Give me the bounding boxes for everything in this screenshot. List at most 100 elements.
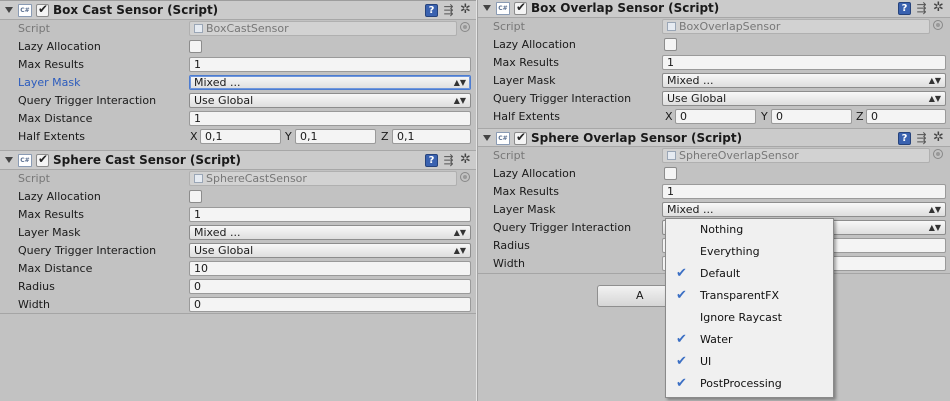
box-overlap-sensor-header[interactable]: C# Box Overlap Sensor (Script) ? ⇶ ✲ [478,0,950,18]
menu-item-transparentfx[interactable]: ✔ TransparentFX [666,285,833,307]
lazy-allocation-checkbox[interactable] [189,190,202,203]
box-cast-sensor-header[interactable]: C# Box Cast Sensor (Script) ? ⇶ ✲ [0,0,477,20]
half-extents-y-field[interactable]: 0,1 [295,129,376,144]
radius-field[interactable]: 0 [189,279,471,294]
z-label[interactable]: Z [381,130,389,143]
foldout-arrow-icon[interactable] [5,157,13,163]
menu-item-label: Water [700,333,733,346]
query-trigger-label: Query Trigger Interaction [18,94,157,107]
script-field[interactable]: BoxOverlapSensor [662,19,930,34]
foldout-arrow-icon[interactable] [5,7,13,13]
layer-mask-dropdown[interactable]: Mixed ... ▲▼ [662,73,946,88]
script-label: Script [18,172,50,185]
menu-item-ui[interactable]: ✔ UI [666,351,833,373]
query-trigger-value: Use Global [194,94,254,107]
query-trigger-dropdown[interactable]: Use Global ▲▼ [189,243,471,258]
half-extents-z-field[interactable]: 0 [866,109,946,124]
max-results-field[interactable]: 1 [189,57,471,72]
gear-icon[interactable]: ✲ [459,153,472,167]
preset-icon[interactable]: ⇶ [442,4,455,17]
max-distance-field[interactable]: 10 [189,261,471,276]
gear-icon[interactable]: ✲ [932,1,945,15]
help-icon[interactable]: ? [898,2,911,15]
menu-item-postprocessing[interactable]: ✔ PostProcessing [666,373,833,395]
help-icon[interactable]: ? [425,154,438,167]
max-results-field[interactable]: 1 [662,184,946,199]
z-label[interactable]: Z [856,110,864,123]
max-results-label: Max Results [493,185,559,198]
max-distance-label: Max Distance [18,112,93,125]
object-picker-icon[interactable] [933,149,943,159]
half-extents-label: Half Extents [493,110,560,123]
lazy-allocation-label: Lazy Allocation [18,40,101,53]
x-label[interactable]: X [190,130,198,143]
half-extents-z-field[interactable]: 0,1 [392,129,471,144]
max-results-field[interactable]: 1 [662,55,946,70]
layer-mask-dropdown[interactable]: Mixed ... ▲▼ [662,202,946,217]
cs-script-icon: C# [496,132,510,145]
menu-item-default[interactable]: ✔ Default [666,263,833,285]
max-results-field[interactable]: 1 [189,207,471,222]
component-enabled-checkbox[interactable] [514,130,527,145]
query-trigger-row: Query Trigger Interaction Use Global ▲▼ [0,242,477,260]
max-distance-label: Max Distance [18,262,93,275]
object-picker-icon[interactable] [933,20,943,30]
width-row: Width 0 [0,296,477,314]
component-title: Box Cast Sensor (Script) [53,3,219,17]
foldout-arrow-icon[interactable] [483,135,491,141]
check-icon: ✔ [676,288,687,303]
menu-item-label: Everything [700,245,760,258]
query-trigger-dropdown[interactable]: Use Global ▲▼ [189,93,471,108]
menu-item-everything[interactable]: Everything [666,241,833,263]
y-label[interactable]: Y [285,130,292,143]
half-extents-x-field[interactable]: 0 [675,109,756,124]
sphere-cast-sensor-header[interactable]: C# Sphere Cast Sensor (Script) ? ⇶ ✲ [0,150,477,170]
width-field[interactable]: 0 [189,297,471,312]
component-enabled-checkbox[interactable] [36,2,49,17]
cs-script-icon: C# [496,2,510,15]
lazy-allocation-checkbox[interactable] [664,38,677,51]
query-trigger-row: Query Trigger Interaction Use Global ▲▼ [0,92,477,110]
x-label[interactable]: X [665,110,673,123]
script-field[interactable]: SphereOverlapSensor [662,148,930,163]
half-extents-y-field[interactable]: 0 [771,109,852,124]
menu-item-nothing[interactable]: Nothing [666,219,833,241]
help-icon[interactable]: ? [898,132,911,145]
menu-item-label: PostProcessing [700,377,782,390]
layer-mask-value: Mixed ... [194,76,241,89]
max-distance-field[interactable]: 1 [189,111,471,126]
preset-icon[interactable]: ⇶ [915,132,928,145]
script-value: SphereCastSensor [206,172,307,185]
layer-mask-dropdown[interactable]: Mixed ... ▲▼ [189,75,471,90]
menu-item-label: TransparentFX [700,289,779,302]
query-trigger-dropdown[interactable]: Use Global ▲▼ [662,91,946,106]
lazy-allocation-checkbox[interactable] [664,167,677,180]
component-enabled-checkbox[interactable] [36,152,49,167]
y-label[interactable]: Y [761,110,768,123]
lazy-allocation-label: Lazy Allocation [493,38,576,51]
half-extents-x-field[interactable]: 0,1 [200,129,281,144]
menu-item-ignore-raycast[interactable]: Ignore Raycast [666,307,833,329]
foldout-arrow-icon[interactable] [483,5,491,11]
preset-icon[interactable]: ⇶ [915,2,928,15]
menu-item-water[interactable]: ✔ Water [666,329,833,351]
sphere-overlap-sensor-header[interactable]: C# Sphere Overlap Sensor (Script) ? ⇶ ✲ [478,128,950,147]
gear-icon[interactable]: ✲ [932,131,945,145]
help-icon[interactable]: ? [425,4,438,17]
script-value: BoxCastSensor [206,22,289,35]
layer-mask-dropdown[interactable]: Mixed ... ▲▼ [189,225,471,240]
object-picker-icon[interactable] [460,172,470,182]
max-results-label: Max Results [18,58,84,71]
gear-icon[interactable]: ✲ [459,3,472,17]
lazy-allocation-row: Lazy Allocation [0,38,477,56]
layer-mask-row: Layer Mask Mixed ... ▲▼ [478,72,950,90]
max-results-row: Max Results 1 [478,54,950,72]
layer-mask-menu: Nothing Everything ✔ Default ✔ Transparent… [665,218,834,398]
component-enabled-checkbox[interactable] [514,0,527,15]
preset-icon[interactable]: ⇶ [442,154,455,167]
object-picker-icon[interactable] [460,22,470,32]
script-value: SphereOverlapSensor [679,149,799,162]
script-field[interactable]: BoxCastSensor [189,21,457,36]
lazy-allocation-checkbox[interactable] [189,40,202,53]
script-field[interactable]: SphereCastSensor [189,171,457,186]
